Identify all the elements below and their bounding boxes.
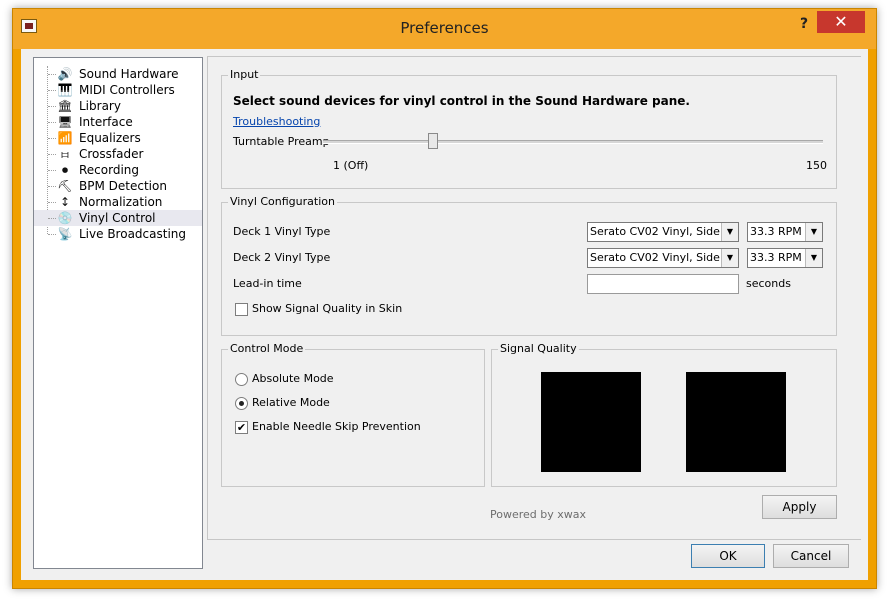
library-icon: 🏛 [57,99,73,113]
select-value: Serato CV02 Vinyl, Side A [590,251,722,264]
deck2-signal-scope [686,372,786,472]
tree-dash [48,218,56,219]
group-legend: Vinyl Configuration [228,195,337,208]
sidebar-item-bpm-detection[interactable]: ⛏ BPM Detection [34,178,202,194]
title-bar[interactable]: Preferences ? ✕ [13,9,876,49]
show-signal-quality-label: Show Signal Quality in Skin [252,302,403,315]
preferences-window: Preferences ? ✕ 🔊 Sound Hardware 🎹 MIDI … [12,8,877,589]
apply-button[interactable]: Apply [762,495,837,519]
sidebar-item-label: Normalization [79,195,163,209]
powered-by-text: Powered by xwax [490,508,587,521]
sound-devices-note: Select sound devices for vinyl control i… [233,94,690,108]
crossfader-icon: ⧦ [61,147,69,161]
deck1-speed-select[interactable]: 33.3 RPM ▼ [747,222,823,242]
speaker-icon: 🔊 [57,67,73,81]
sidebar-item-label: Library [79,99,121,113]
normalization-icon: ↕ [59,195,71,209]
sidebar-item-live-broadcasting[interactable]: 📡 Live Broadcasting [34,226,202,242]
sidebar-item-label: Live Broadcasting [79,227,186,241]
dialog-body: 🔊 Sound Hardware 🎹 MIDI Controllers 🏛 Li… [21,49,868,580]
broadcast-icon: 📡 [57,227,73,241]
tree-dash [48,74,56,75]
sidebar-item-label: Interface [79,115,133,129]
radio-selected-dot [239,401,244,406]
sidebar-item-label: Vinyl Control [79,211,156,225]
sidebar-item-recording[interactable]: ⏺ Recording [34,162,202,178]
window-title: Preferences [400,19,489,37]
sidebar-item-label: Recording [79,163,140,177]
sidebar-item-equalizers[interactable]: 📶 Equalizers [34,130,202,146]
needle-skip-label: Enable Needle Skip Prevention [252,420,421,433]
tree-dash [48,234,56,235]
equalizer-icon: 📶 [57,131,73,145]
tree-dash [48,154,56,155]
absolute-mode-label: Absolute Mode [252,372,334,385]
relative-mode-radio[interactable] [235,397,248,410]
vinyl-configuration-group: Vinyl Configuration Deck 1 Vinyl Type Se… [221,195,837,336]
signal-quality-group: Signal Quality [491,342,837,487]
sidebar-item-label: BPM Detection [79,179,167,193]
relative-mode-label: Relative Mode [252,396,330,409]
sidebar-item-label: Crossfader [79,147,144,161]
needle-skip-checkbox[interactable]: ✔ [235,421,248,434]
chevron-down-icon: ▼ [721,249,738,267]
sidebar-item-label: MIDI Controllers [79,83,175,97]
ok-button[interactable]: OK [691,544,765,568]
group-legend: Input [228,68,261,81]
tree-dash [48,170,56,171]
sidebar-item-vinyl-control[interactable]: 💿 Vinyl Control [34,210,202,226]
sidebar-item-label: Equalizers [79,131,141,145]
select-value: 33.3 RPM [750,225,802,238]
close-button[interactable]: ✕ [817,11,865,33]
sidebar-item-normalization[interactable]: ↕ Normalization [34,194,202,210]
help-button[interactable]: ? [791,13,817,35]
deck2-speed-select[interactable]: 33.3 RPM ▼ [747,248,823,268]
sidebar-item-midi-controllers[interactable]: 🎹 MIDI Controllers [34,82,202,98]
turntable-preamp-label: Turntable Preamp [233,135,330,148]
vinyl-icon: 💿 [57,211,73,225]
preamp-min-label: 1 (Off) [333,159,369,172]
preamp-max-label: 150 [806,159,827,172]
tree-dash [48,138,56,139]
group-legend: Signal Quality [498,342,579,355]
lead-in-unit-label: seconds [746,277,791,290]
sidebar-item-label: Sound Hardware [79,67,179,81]
slider-handle[interactable] [428,133,438,149]
record-icon: ⏺ [61,163,68,177]
chevron-down-icon: ▼ [805,223,822,241]
deck1-vinyl-type-label: Deck 1 Vinyl Type [233,225,331,238]
tree-dash [48,90,56,91]
sidebar-item-crossfader[interactable]: ⧦ Crossfader [34,146,202,162]
sidebar-item-interface[interactable]: 🖥 Interface [34,114,202,130]
bpm-icon: ⛏ [57,179,73,193]
input-group: Input Select sound devices for vinyl con… [221,68,837,189]
keyboard-icon: 🎹 [57,83,73,97]
tree-dash [48,186,56,187]
monitor-icon: 🖥 [57,115,73,129]
control-mode-group: Control Mode Absolute Mode Relative Mode… [221,342,485,487]
deck1-signal-scope [541,372,641,472]
turntable-preamp-slider[interactable] [323,140,823,144]
sidebar-item-sound-hardware[interactable]: 🔊 Sound Hardware [34,66,202,82]
lead-in-time-label: Lead-in time [233,277,302,290]
tree-dash [48,106,56,107]
chevron-down-icon: ▼ [721,223,738,241]
tree-dash [48,122,56,123]
show-signal-quality-checkbox[interactable] [235,303,248,316]
group-legend: Control Mode [228,342,306,355]
preferences-tree[interactable]: 🔊 Sound Hardware 🎹 MIDI Controllers 🏛 Li… [33,57,203,569]
vinyl-control-page: Input Select sound devices for vinyl con… [207,56,861,540]
absolute-mode-radio[interactable] [235,373,248,386]
troubleshooting-link[interactable]: Troubleshooting [233,115,320,128]
select-value: 33.3 RPM [750,251,802,264]
sidebar-item-library[interactable]: 🏛 Library [34,98,202,114]
tree-dash [48,202,56,203]
deck2-vinyl-type-label: Deck 2 Vinyl Type [233,251,331,264]
cancel-button[interactable]: Cancel [773,544,849,568]
lead-in-time-input[interactable] [587,274,739,294]
select-value: Serato CV02 Vinyl, Side A [590,225,722,238]
deck1-vinyl-type-select[interactable]: Serato CV02 Vinyl, Side A ▼ [587,222,739,242]
chevron-down-icon: ▼ [805,249,822,267]
deck2-vinyl-type-select[interactable]: Serato CV02 Vinyl, Side A ▼ [587,248,739,268]
